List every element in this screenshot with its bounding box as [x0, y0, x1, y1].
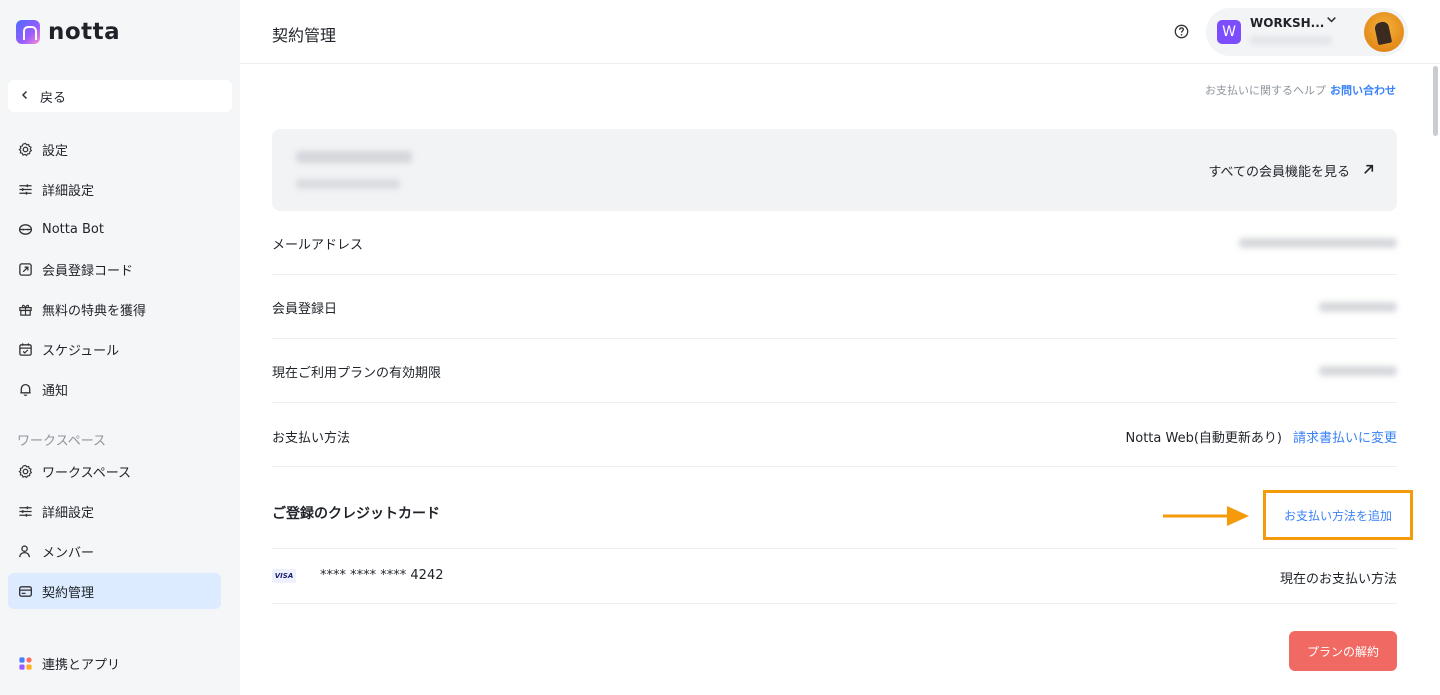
expiry-row: 現在ご利用プランの有効期限	[272, 339, 1397, 403]
sidebar-item-free-rewards[interactable]: 無料の特典を獲得	[8, 291, 221, 327]
arrow-up-right-icon	[1362, 162, 1375, 180]
payment-method-value: Notta Web(自動更新あり)	[1125, 431, 1282, 446]
logo-text: notta	[48, 19, 121, 45]
chevron-down-icon	[1326, 14, 1337, 28]
notta-logo-icon	[16, 20, 40, 44]
back-button[interactable]: 戻る	[8, 80, 232, 112]
sidebar-item-label: Notta Bot	[42, 221, 104, 237]
sidebar-item-members[interactable]: メンバー	[8, 533, 221, 569]
registration-date-label: 会員登録日	[272, 302, 338, 317]
workspace-avatar: W	[1217, 20, 1241, 44]
switch-to-invoice-link[interactable]: 請求書払いに変更	[1293, 427, 1397, 446]
sidebar-item-settings[interactable]: 設定	[8, 131, 221, 167]
annotation-highlight-box: お支払い方法を追加	[1263, 490, 1413, 540]
email-row: メールアドレス	[272, 211, 1397, 275]
workspace-switcher[interactable]: W WORKSH...	[1206, 8, 1408, 56]
sidebar-item-label: 無料の特典を獲得	[42, 303, 147, 319]
gear-icon	[17, 463, 33, 479]
calendar-icon	[17, 341, 33, 357]
view-all-features-label: すべての会員機能を見る	[1208, 165, 1350, 180]
help-icon[interactable]	[1174, 24, 1189, 39]
card-number: **** **** **** 4242	[320, 568, 444, 583]
email-value-redacted	[1239, 238, 1397, 248]
expiry-label: 現在ご利用プランの有効期限	[272, 366, 442, 381]
annotation-arrow-icon	[1163, 506, 1249, 526]
current-payment-method-label: 現在のお支払い方法	[1279, 572, 1397, 587]
plan-name-redacted	[296, 151, 412, 163]
payment-method-label: お支払い方法	[272, 431, 351, 446]
plan-detail-redacted	[296, 179, 400, 189]
sidebar-item-integrations[interactable]: 連携とアプリ	[8, 645, 221, 681]
add-payment-method-link[interactable]: お支払い方法を追加	[1284, 507, 1392, 524]
bot-icon	[17, 221, 33, 237]
sidebar: notta 戻る 設定 詳細設定 Notta Bot 会員登録コード 無料の特典…	[0, 0, 240, 695]
payment-method-row: お支払い方法 Notta Web(自動更新あり) 請求書払いに変更	[272, 403, 1397, 467]
sidebar-item-label: 連携とアプリ	[42, 657, 121, 673]
code-icon	[17, 261, 33, 277]
page-title: 契約管理	[272, 26, 337, 45]
card-icon	[17, 583, 33, 599]
apps-icon	[17, 655, 33, 671]
gear-icon	[17, 141, 33, 157]
sidebar-item-notta-bot[interactable]: Notta Bot	[8, 211, 221, 247]
chevron-left-icon	[20, 89, 30, 104]
contact-link[interactable]: お問い合わせ	[1330, 84, 1396, 97]
sidebar-item-contract-management[interactable]: 契約管理	[8, 573, 221, 609]
workspace-name: WORKSH...	[1250, 16, 1325, 30]
scrollbar[interactable]	[1433, 66, 1438, 136]
view-all-features-link[interactable]: すべての会員機能を見る	[1208, 161, 1375, 180]
sidebar-item-advanced-settings[interactable]: 詳細設定	[8, 171, 221, 207]
credit-card-section-title: ご登録のクレジットカード	[272, 506, 440, 522]
plan-card: すべての会員機能を見る	[272, 129, 1397, 211]
email-label: メールアドレス	[272, 238, 364, 253]
bell-icon	[17, 381, 33, 397]
gift-icon	[17, 301, 33, 317]
sidebar-item-schedule[interactable]: スケジュール	[8, 331, 221, 367]
sidebar-item-workspace-advanced[interactable]: 詳細設定	[8, 493, 221, 529]
sliders-icon	[17, 181, 33, 197]
sliders-icon	[17, 503, 33, 519]
registration-date-redacted	[1319, 302, 1397, 312]
notta-logo[interactable]: notta	[16, 19, 120, 45]
user-icon	[17, 543, 33, 559]
payment-help: お支払いに関するヘルプ お問い合わせ	[1205, 82, 1396, 98]
sidebar-item-label: 設定	[42, 143, 69, 159]
sidebar-item-notifications[interactable]: 通知	[8, 371, 221, 407]
sidebar-item-label: 通知	[42, 383, 69, 399]
sidebar-item-label: スケジュール	[42, 343, 120, 359]
sidebar-item-label: ワークスペース	[42, 465, 132, 481]
sidebar-item-referral-code[interactable]: 会員登録コード	[8, 251, 221, 287]
sidebar-item-label: 会員登録コード	[42, 263, 134, 279]
workspace-section-label: ワークスペース	[17, 434, 107, 449]
sidebar-item-label: 契約管理	[42, 585, 95, 601]
credit-card-row: VISA **** **** **** 4242 現在のお支払い方法	[272, 549, 1397, 604]
expiry-date-redacted	[1319, 366, 1397, 376]
back-label: 戻る	[40, 90, 67, 106]
sidebar-item-workspace[interactable]: ワークスペース	[8, 453, 221, 489]
workspace-subtitle-redacted	[1250, 36, 1332, 45]
visa-card-icon: VISA	[272, 569, 296, 583]
registration-date-row: 会員登録日	[272, 275, 1397, 339]
avatar[interactable]	[1364, 12, 1404, 52]
top-header: 契約管理 W WORKSH...	[240, 0, 1440, 64]
sidebar-item-label: 詳細設定	[42, 505, 95, 521]
payment-help-text: お支払いに関するヘルプ	[1205, 84, 1326, 97]
cancel-plan-button[interactable]: プランの解約	[1289, 631, 1397, 671]
sidebar-item-label: 詳細設定	[42, 183, 95, 199]
sidebar-item-label: メンバー	[42, 545, 95, 561]
